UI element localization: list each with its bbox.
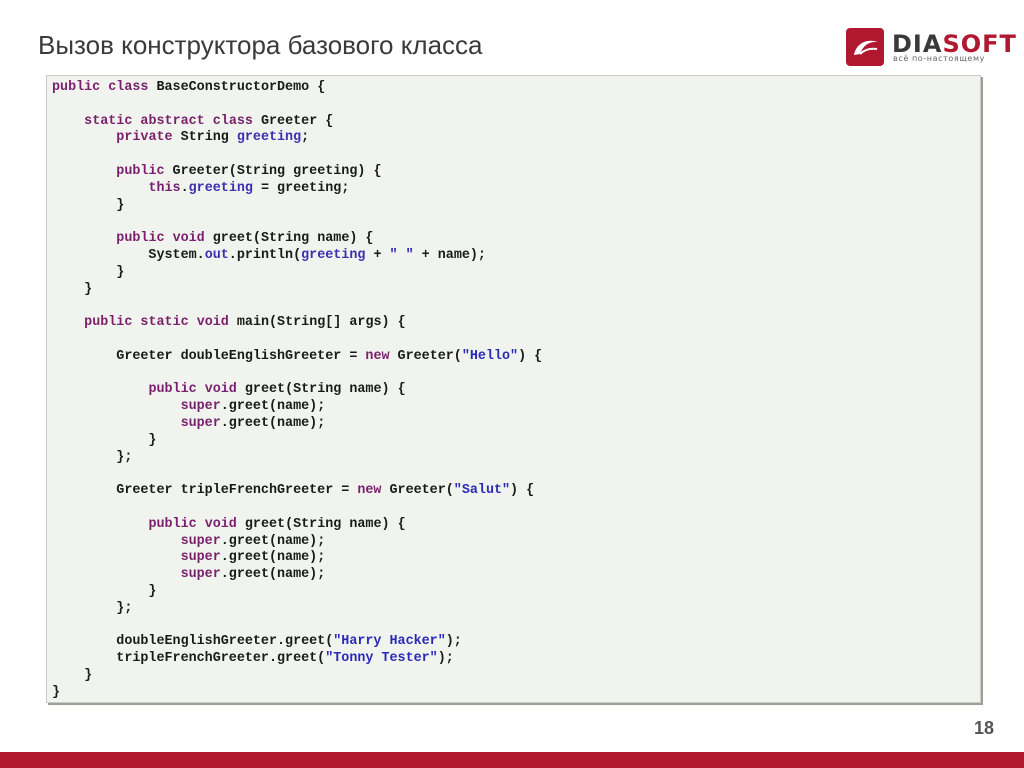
- code-line: doubleEnglishGreeter.greet("Harry Hacker…: [52, 634, 462, 650]
- code-line: Greeter doubleEnglishGreeter = new Greet…: [52, 348, 543, 364]
- slide-title: Вызов конструктора базового класса: [38, 30, 483, 60]
- code-line: }: [52, 583, 157, 599]
- code-line: }: [52, 264, 125, 280]
- code-line: super.greet(name);: [180, 415, 326, 431]
- code-line: private String greeting;: [116, 130, 310, 146]
- code-line: static abstract class Greeter {: [84, 113, 334, 129]
- code-block: public class BaseConstructorDemo { stati…: [46, 75, 981, 703]
- code-line: super.greet(name);: [180, 567, 326, 583]
- code-line: public Greeter(String greeting) {: [116, 163, 382, 179]
- code-line: };: [52, 449, 133, 465]
- code-line: public class BaseConstructorDemo {: [52, 80, 326, 95]
- code-line: super.greet(name);: [180, 533, 326, 549]
- code-line: public void greet(String name) {: [116, 231, 374, 247]
- code-line: }: [52, 432, 157, 448]
- page-number: 18: [973, 718, 994, 738]
- bottom-accent-bar: [0, 752, 1024, 768]
- code-line: public static void main(String[] args) {: [84, 315, 406, 331]
- code-line: Greeter tripleFrenchGreeter = new Greete…: [52, 483, 535, 499]
- code-listing: public class BaseConstructorDemo { stati…: [52, 80, 542, 701]
- logo-mark-icon: [846, 28, 884, 66]
- logo-tagline: всё по-настоящему: [893, 54, 985, 63]
- code-line: }: [52, 197, 125, 213]
- code-line: public void greet(String name) {: [148, 516, 406, 532]
- code-line: }: [52, 281, 93, 297]
- code-line: this.greeting = greeting;: [148, 180, 350, 196]
- code-line: System.out.println(greeting + " " + name…: [52, 247, 486, 263]
- code-line: }: [52, 667, 93, 683]
- code-line: };: [52, 600, 133, 616]
- code-line: super.greet(name);: [180, 550, 326, 566]
- code-line: }: [52, 684, 61, 700]
- code-line: tripleFrenchGreeter.greet("Tonny Tester"…: [52, 651, 454, 667]
- diasoft-logo: DIASOFT всё по-настоящему: [846, 28, 1016, 68]
- code-line: super.greet(name);: [180, 399, 326, 415]
- code-line: public void greet(String name) {: [148, 382, 406, 398]
